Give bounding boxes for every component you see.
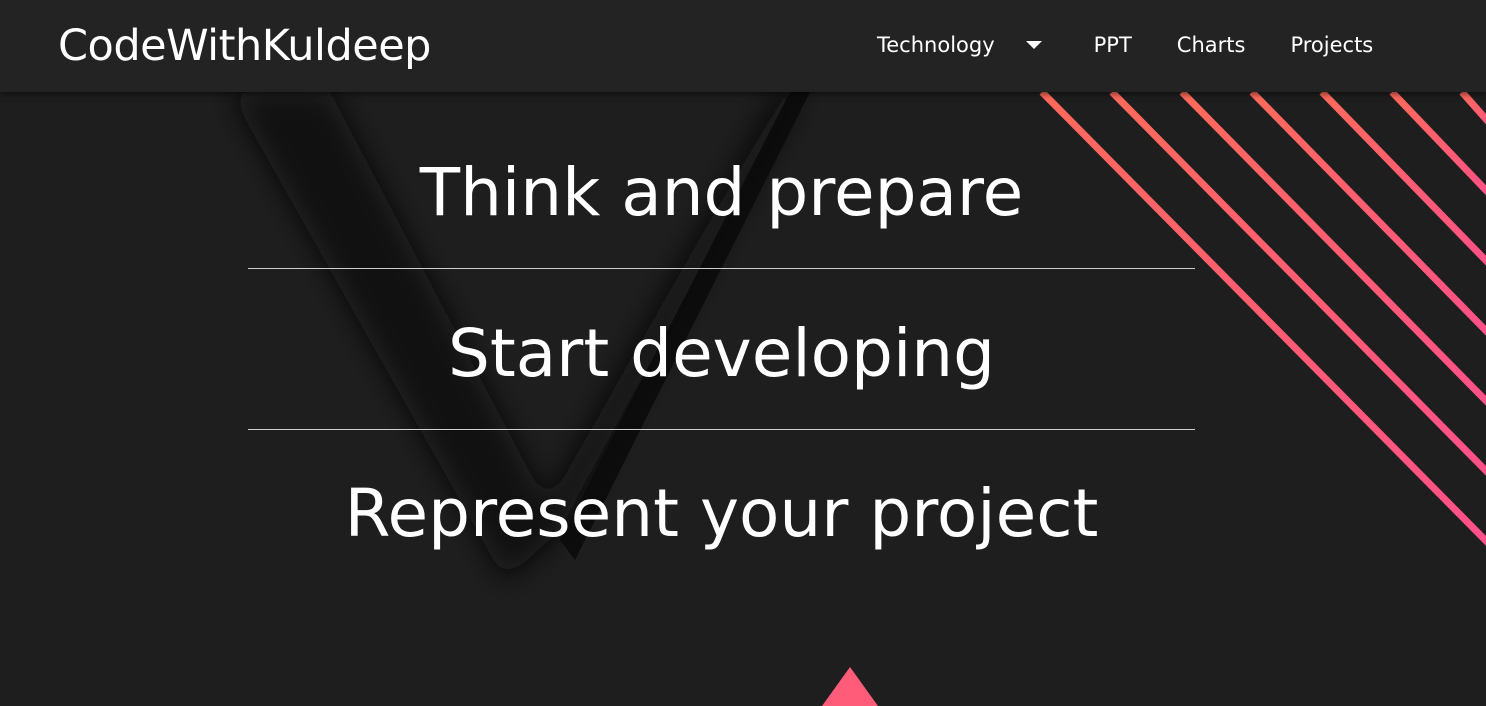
hero-line-think: Think and prepare [419,154,1024,231]
nav-item-technology-label: Technology [877,33,995,57]
nav-item-projects[interactable]: Projects [1290,29,1373,61]
hero-line-represent: Represent your project [344,475,1099,552]
hero-divider [248,268,1195,269]
chevron-down-icon[interactable] [1025,41,1042,49]
page: CodeWithKuldeep Technology PPT Charts Pr… [0,0,1486,706]
nav-item-technology[interactable]: Technology [877,29,1042,61]
nav-item-charts[interactable]: Charts [1177,29,1246,61]
navbar: CodeWithKuldeep Technology PPT Charts Pr… [0,0,1486,92]
nav-item-ppt[interactable]: PPT [1094,29,1132,61]
pink-triangle [822,667,878,706]
hero-divider [248,429,1195,430]
brand-logo-link[interactable]: CodeWithKuldeep [58,18,431,74]
hero-line-develop: Start developing [447,315,996,392]
nav-links: Technology PPT Charts Projects [877,29,1373,61]
